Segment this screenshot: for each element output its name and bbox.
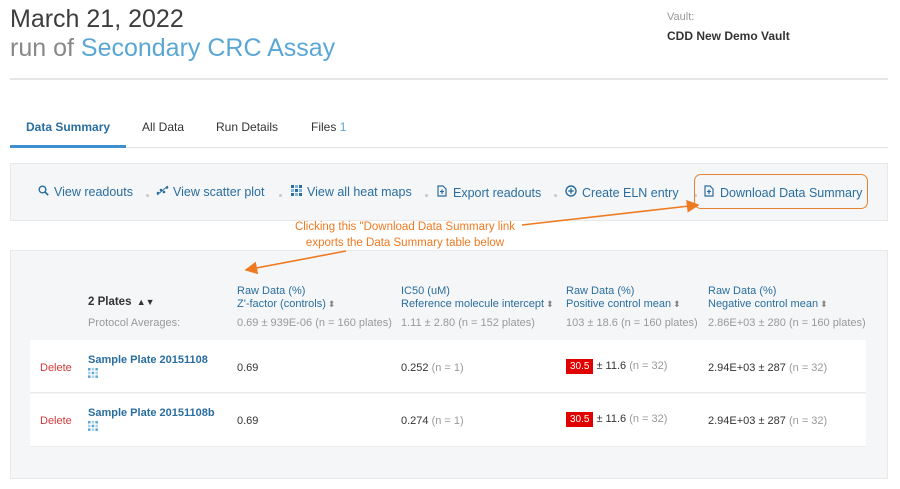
column-header-line-1: Raw Data (%) — [237, 285, 306, 297]
run-title: run of Secondary CRC Assay — [10, 33, 335, 63]
column-header-line-1: Raw Data (%) — [566, 285, 635, 297]
flagged-value-badge: 30.5 — [566, 359, 594, 374]
export-readouts-link[interactable]: Export readouts — [435, 185, 541, 200]
positive-control-value: 30.5 ± 11.6 (n = 32) — [566, 359, 667, 374]
run-prefix: run of — [10, 34, 74, 62]
column-header-zfactor[interactable]: Raw Data (%) Z'-factor (controls) ⬍ — [237, 285, 335, 311]
tab-label: Files — [311, 120, 337, 134]
column-header-line-1: Raw Data (%) — [708, 285, 777, 297]
negative-control-count: (n = 32) — [788, 415, 828, 427]
vault-name: CDD New Demo Vault — [667, 29, 790, 43]
zfactor-value: 0.69 — [237, 415, 259, 427]
annotation-line-1: Clicking this "Download Data Summary lin… — [294, 221, 516, 233]
tab-data-summary[interactable]: Data Summary — [26, 120, 110, 134]
positive-control-count: (n = 32) — [629, 413, 668, 425]
average-negative-control: 2.86E+03 ± 280 (n = 160 plates) — [708, 317, 866, 329]
separator-dot — [554, 194, 557, 197]
negative-control-value: 2.94E+03 ± 287 (n = 32) — [708, 362, 827, 374]
flagged-value-badge: 30.5 — [566, 412, 594, 427]
separator-dot — [425, 194, 428, 197]
average-positive-control: 103 ± 18.6 (n = 160 plates) — [566, 317, 698, 329]
positive-control-value: 30.5 ± 11.6 (n = 32) — [566, 412, 667, 427]
sort-icon[interactable]: ⬍ — [328, 299, 336, 309]
export-file-icon — [435, 185, 449, 200]
column-header-line-2: Reference molecule intercept — [401, 298, 545, 310]
view-readouts-link[interactable]: View readouts — [36, 185, 133, 199]
tab-run-details[interactable]: Run Details — [216, 120, 278, 134]
annotation-line-2: exports the Data Summary table below — [305, 237, 505, 249]
column-header-positive-control[interactable]: Raw Data (%) Positive control mean ⬍ — [566, 285, 681, 311]
tab-label: All Data — [142, 120, 185, 134]
action-label: View scatter plot — [173, 185, 265, 199]
tab-bar: Data Summary All Data Run Details Files … — [10, 110, 888, 148]
negative-control-count: (n = 32) — [788, 362, 828, 374]
ic50-count: (n = 1) — [431, 415, 464, 427]
assay-link[interactable]: Secondary CRC Assay — [81, 34, 335, 62]
header-divider — [10, 78, 888, 80]
tab-all-data[interactable]: All Data — [142, 120, 184, 134]
ic50-count: (n = 1) — [431, 362, 464, 374]
separator-dot — [279, 194, 282, 197]
heat-map-icon — [289, 185, 303, 199]
column-header-line-1: IC50 (uM) — [401, 285, 450, 297]
negative-control-value: 2.94E+03 ± 287 (n = 32) — [708, 415, 827, 427]
delete-link[interactable]: Delete — [40, 415, 72, 427]
positive-control-error: ± 11.6 — [596, 360, 627, 372]
plate-name-link[interactable]: Sample Plate 20151108 — [88, 354, 208, 366]
plates-column-header[interactable]: 2 Plates ▲▼ — [88, 296, 155, 308]
ic50-number: 0.274 — [401, 415, 429, 427]
action-label: View all heat maps — [307, 185, 412, 199]
tab-label: Run Details — [216, 120, 279, 134]
sort-icon[interactable]: ⬍ — [546, 299, 554, 309]
separator-dot — [146, 194, 149, 197]
tab-label: Data Summary — [26, 120, 111, 134]
column-header-negative-control[interactable]: Raw Data (%) Negative control mean ⬍ — [708, 285, 828, 311]
negative-control-number: 2.94E+03 ± 287 — [708, 362, 786, 374]
positive-control-count: (n = 32) — [629, 360, 668, 372]
plates-header-label: 2 Plates — [88, 296, 132, 308]
files-count-badge: 1 — [339, 120, 347, 134]
highlight-box — [694, 174, 868, 209]
plus-circle-icon — [564, 185, 578, 200]
average-zfactor: 0.69 ± 939E-06 (n = 160 plates) — [237, 317, 392, 329]
negative-control-number: 2.94E+03 ± 287 — [708, 415, 786, 427]
annotation-callout: Clicking this "Download Data Summary lin… — [265, 219, 545, 251]
create-eln-entry-link[interactable]: Create ELN entry — [564, 185, 679, 200]
tab-files[interactable]: Files 1 — [311, 120, 346, 134]
protocol-averages-label: Protocol Averages: — [88, 317, 181, 329]
action-label: View readouts — [54, 185, 133, 199]
sort-icon[interactable]: ▲▼ — [137, 297, 155, 307]
average-ic50: 1.11 ± 2.80 (n = 152 plates) — [401, 317, 535, 329]
search-icon — [36, 185, 50, 199]
column-header-line-2: Z'-factor (controls) — [237, 298, 326, 310]
heat-map-icon[interactable] — [88, 368, 98, 380]
run-date: March 21, 2022 — [10, 5, 184, 33]
zfactor-value: 0.69 — [237, 362, 259, 374]
scatter-plot-icon — [155, 185, 169, 199]
ic50-number: 0.252 — [401, 362, 429, 374]
vault-label: Vault: — [667, 11, 695, 23]
active-tab-indicator — [10, 145, 126, 148]
column-header-ic50[interactable]: IC50 (uM) Reference molecule intercept ⬍ — [401, 285, 554, 311]
action-label: Export readouts — [453, 186, 542, 200]
ic50-value: 0.274 (n = 1) — [401, 415, 464, 427]
column-header-line-2: Negative control mean — [708, 298, 819, 310]
sort-icon[interactable]: ⬍ — [673, 299, 681, 309]
positive-control-error: ± 11.6 — [596, 413, 627, 425]
plate-name-link[interactable]: Sample Plate 20151108b — [88, 407, 215, 419]
ic50-value: 0.252 (n = 1) — [401, 362, 464, 374]
view-scatter-plot-link[interactable]: View scatter plot — [155, 185, 264, 199]
delete-link[interactable]: Delete — [40, 362, 72, 374]
heat-map-icon[interactable] — [88, 421, 98, 433]
view-heat-maps-link[interactable]: View all heat maps — [289, 185, 412, 199]
action-label: Create ELN entry — [582, 186, 679, 200]
sort-icon[interactable]: ⬍ — [820, 299, 828, 309]
column-header-line-2: Positive control mean — [566, 298, 672, 310]
